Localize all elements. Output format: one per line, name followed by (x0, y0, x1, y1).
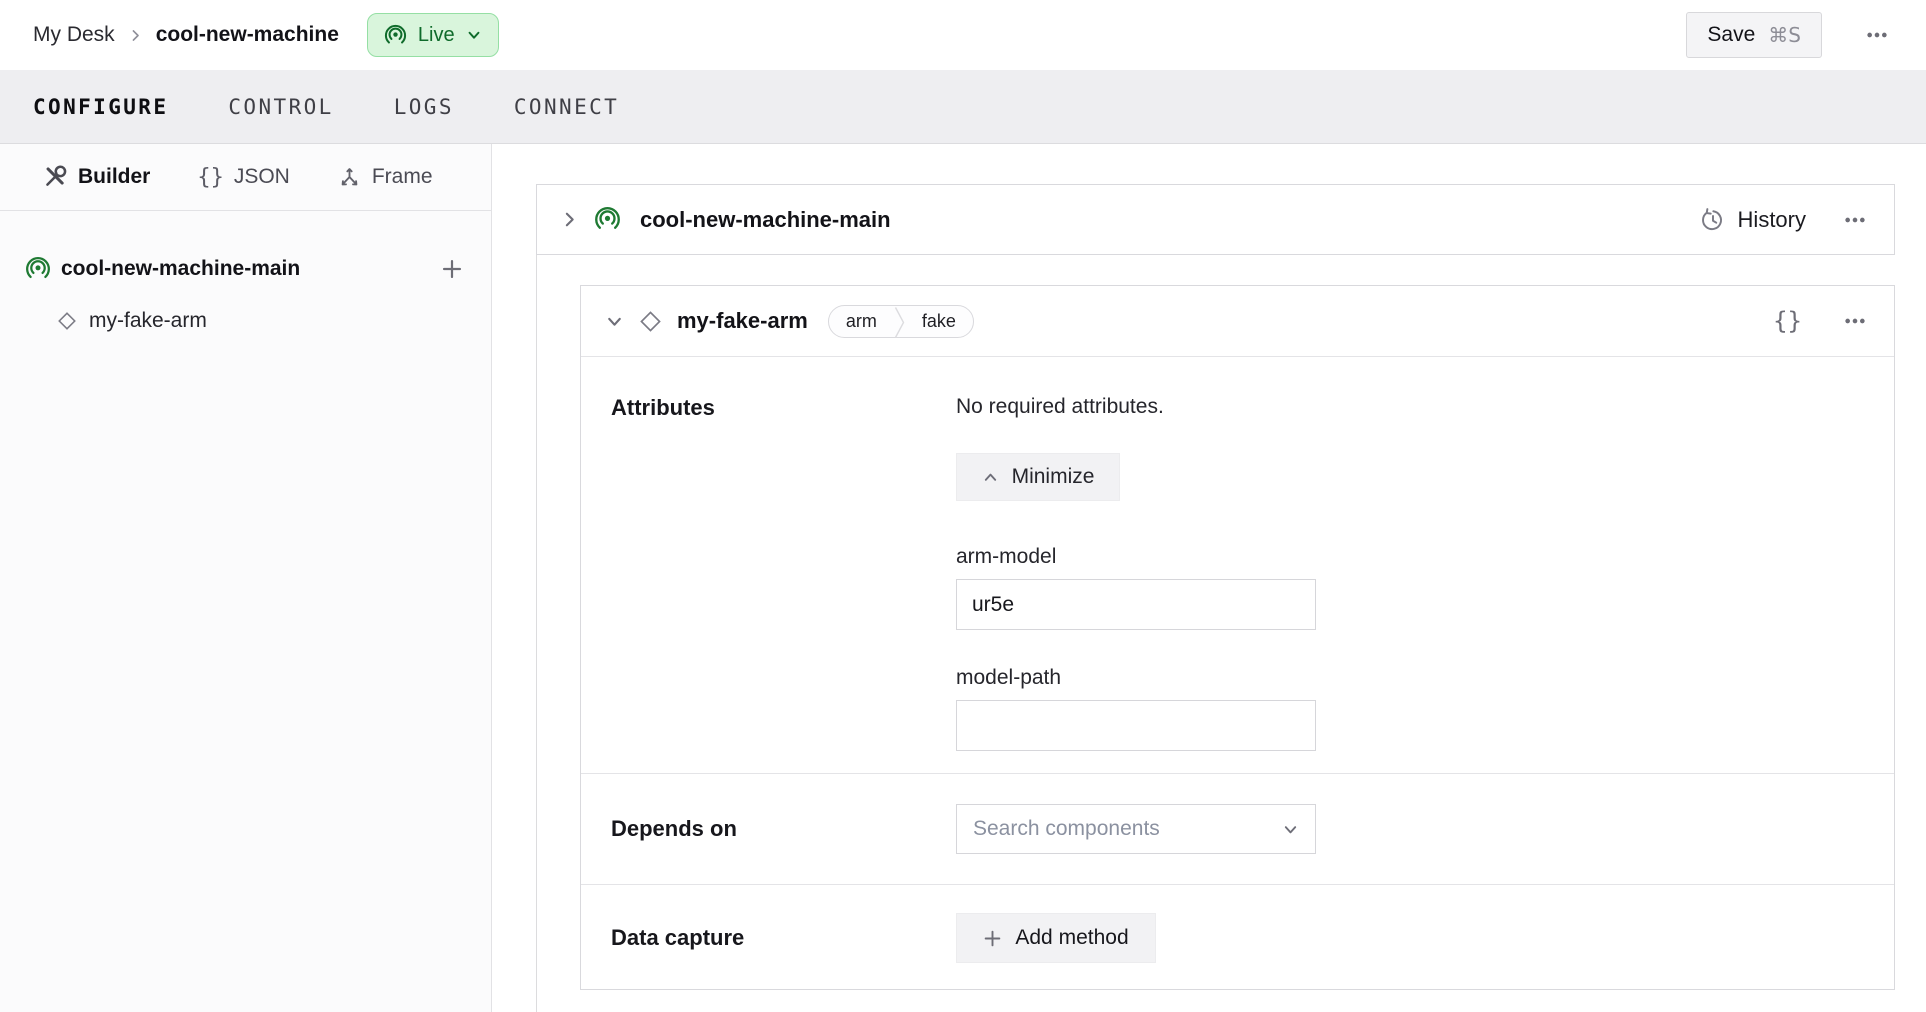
breadcrumb-current: cool-new-machine (156, 23, 339, 47)
component-diamond-icon (58, 312, 76, 330)
data-capture-label: Data capture (611, 925, 956, 951)
history-label: History (1738, 207, 1806, 233)
breadcrumb: My Desk cool-new-machine (33, 23, 339, 47)
view-json-label: JSON (234, 165, 290, 189)
tab-connect[interactable]: CONNECT (514, 95, 619, 119)
badge-model-segment: fake (905, 306, 973, 337)
field-label-model-path: model-path (956, 666, 1894, 690)
braces-icon: {} (197, 165, 224, 190)
machine-part-card: cool-new-machine-main History (536, 184, 1895, 255)
tree-root-label: cool-new-machine-main (61, 257, 300, 281)
breadcrumb-parent-link[interactable]: My Desk (33, 23, 115, 47)
sidebar-view-switcher: Builder {} JSON Frame (0, 144, 491, 211)
component-type-badge: arm fake (828, 305, 974, 338)
attributes-section: Attributes No required attributes. Minim… (581, 357, 1894, 773)
history-button[interactable]: History (1700, 207, 1806, 233)
data-capture-section: Data capture Add method (581, 884, 1894, 991)
chevron-down-icon (1282, 821, 1299, 838)
history-clock-icon (1700, 207, 1726, 233)
tools-icon (42, 164, 68, 190)
plus-icon (983, 929, 1002, 948)
component-card: my-fake-arm arm fake {} Attributes (580, 285, 1895, 990)
machine-menu-button[interactable] (1866, 24, 1888, 46)
live-status-label: Live (418, 24, 455, 47)
minimize-button[interactable]: Minimize (956, 453, 1120, 501)
tree-item-machine-part[interactable]: cool-new-machine-main (0, 243, 491, 295)
tree-item-component[interactable]: my-fake-arm (0, 295, 491, 347)
component-json-button[interactable]: {} (1773, 307, 1802, 335)
top-bar: My Desk cool-new-machine Live Save ⌘S (0, 0, 1926, 70)
no-required-attributes-text: No required attributes. (956, 395, 1894, 419)
tab-control[interactable]: CONTROL (228, 95, 333, 119)
frame-axes-icon (337, 165, 362, 190)
model-path-input[interactable] (956, 700, 1316, 751)
view-tab-json[interactable]: {} JSON (197, 165, 290, 190)
part-card-title: cool-new-machine-main (640, 207, 891, 233)
part-menu-button[interactable] (1844, 209, 1866, 231)
arm-model-input[interactable] (956, 579, 1316, 630)
breadcrumb-chevron-icon (128, 28, 143, 43)
add-component-button[interactable] (441, 258, 463, 280)
component-tree: cool-new-machine-main my-fake-arm (0, 211, 491, 347)
component-menu-button[interactable] (1844, 310, 1866, 332)
save-label: Save (1707, 23, 1755, 47)
component-card-header: my-fake-arm arm fake {} (581, 286, 1894, 357)
tab-configure[interactable]: CONFIGURE (33, 95, 168, 119)
depends-on-placeholder: Search components (973, 817, 1282, 841)
expand-part-chevron-icon[interactable] (560, 210, 579, 229)
tab-logs[interactable]: LOGS (394, 95, 454, 119)
machine-status-dropdown[interactable]: Live (367, 13, 499, 57)
component-title: my-fake-arm (677, 308, 808, 334)
depends-on-section: Depends on Search components (581, 773, 1894, 884)
save-button[interactable]: Save ⌘S (1686, 12, 1822, 58)
add-method-button[interactable]: Add method (956, 913, 1156, 963)
chevron-down-icon (466, 27, 482, 43)
add-method-label: Add method (1015, 926, 1128, 950)
save-shortcut: ⌘S (1768, 23, 1801, 47)
attributes-section-label: Attributes (611, 395, 956, 773)
collapse-component-chevron-icon[interactable] (605, 312, 624, 331)
config-sidebar: Builder {} JSON Frame (0, 144, 492, 1012)
badge-divider-chevron (894, 306, 905, 337)
tree-connector-line (536, 255, 537, 1012)
part-signal-icon (25, 256, 51, 282)
chevron-up-icon (982, 469, 999, 486)
tree-child-label: my-fake-arm (89, 309, 207, 333)
configure-main-panel: cool-new-machine-main History (492, 144, 1926, 1012)
view-tab-frame[interactable]: Frame (337, 165, 433, 190)
view-frame-label: Frame (372, 165, 433, 189)
machine-tab-bar: CONFIGURE CONTROL LOGS CONNECT (0, 70, 1926, 144)
braces-icon: {} (1773, 307, 1802, 335)
field-label-arm-model: arm-model (956, 545, 1894, 569)
part-signal-icon (594, 206, 621, 233)
depends-on-label: Depends on (611, 816, 956, 842)
live-signal-icon (384, 24, 407, 47)
view-tab-builder[interactable]: Builder (42, 164, 150, 190)
view-builder-label: Builder (78, 165, 150, 189)
depends-on-select[interactable]: Search components (956, 804, 1316, 854)
component-diamond-icon (640, 311, 661, 332)
badge-type-segment: arm (829, 306, 894, 337)
minimize-label: Minimize (1012, 465, 1095, 489)
